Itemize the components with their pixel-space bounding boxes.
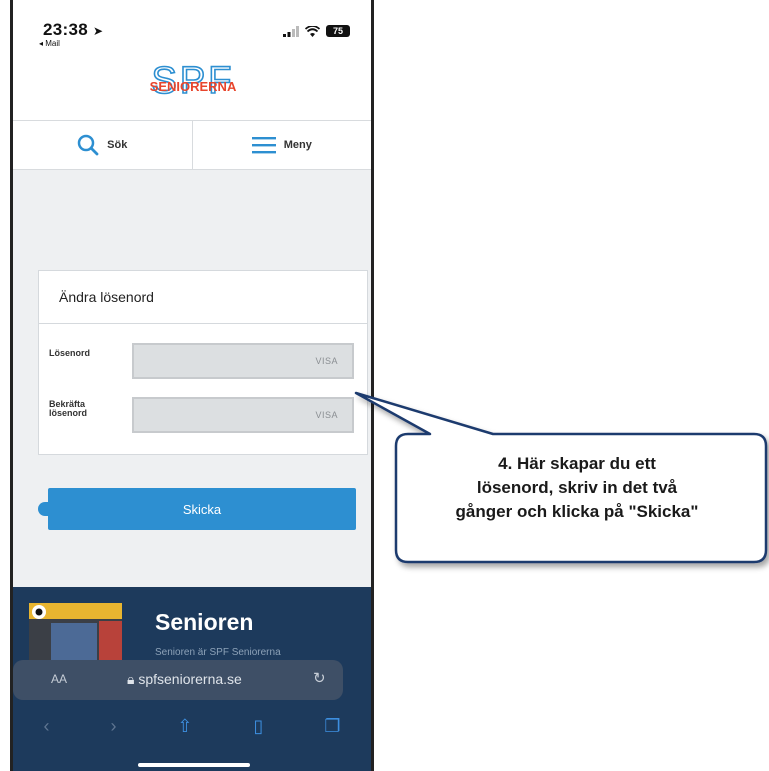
callout-line-1: 4. Här skapar du ett — [498, 454, 656, 473]
callout-line-2: lösenord, skriv in det två — [476, 478, 678, 497]
callout-shape — [354, 391, 768, 564]
callout-text: 4. Här skapar du ett lösenord, skriv in … — [394, 452, 760, 524]
callout-line-3: gånger och klicka på "Skicka" — [455, 502, 699, 521]
